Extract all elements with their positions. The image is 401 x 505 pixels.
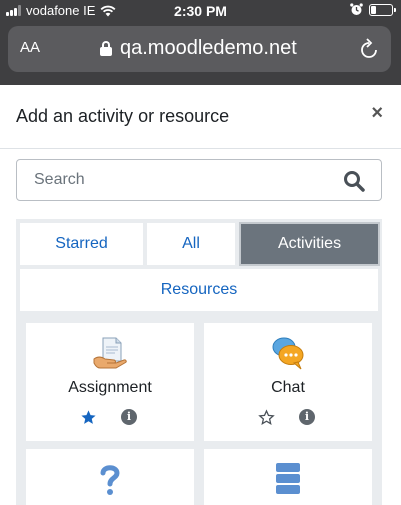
add-activity-modal: Add an activity or resource × Search Sta…: [0, 85, 401, 505]
tab-all[interactable]: All: [147, 223, 235, 265]
activity-card-quiz[interactable]: [26, 449, 194, 505]
activity-card-assignment[interactable]: Assignment i: [26, 323, 194, 441]
info-icon[interactable]: i: [299, 409, 315, 425]
address-bar[interactable]: AA qa.moodledemo.net: [8, 26, 391, 72]
close-button[interactable]: ×: [371, 103, 383, 123]
url-display[interactable]: qa.moodledemo.net: [100, 37, 297, 60]
activity-name: Assignment: [68, 379, 152, 396]
activity-card-chat[interactable]: Chat i: [204, 323, 372, 441]
tab-activities[interactable]: Activities: [239, 222, 380, 266]
search-icon[interactable]: [343, 170, 365, 192]
modal-title: Add an activity or resource: [16, 106, 230, 126]
modal-header: Add an activity or resource ×: [0, 85, 401, 149]
activity-card-database[interactable]: [204, 449, 372, 505]
star-filled-icon[interactable]: [80, 409, 97, 426]
info-icon[interactable]: i: [121, 409, 137, 425]
activity-name: Chat: [271, 379, 305, 396]
tab-starred[interactable]: Starred: [20, 223, 143, 265]
alarm-icon: [350, 3, 363, 15]
search-placeholder: Search: [34, 171, 85, 188]
status-right: [350, 3, 396, 16]
status-bar: vodafone IE 2:30 PM: [0, 0, 401, 24]
database-icon: [276, 463, 300, 494]
text-size-button[interactable]: AA: [20, 39, 40, 56]
tab-resources[interactable]: Resources: [20, 269, 378, 311]
reload-icon[interactable]: [359, 38, 379, 60]
browser-chrome: vodafone IE 2:30 PM AA qa.moodledemo.net: [0, 0, 401, 85]
chat-icon: [272, 337, 304, 370]
url-text: qa.moodledemo.net: [120, 37, 297, 59]
assignment-icon: [93, 337, 127, 369]
search-input[interactable]: Search: [16, 159, 382, 201]
question-icon: [100, 465, 120, 495]
lock-icon: [100, 41, 112, 56]
star-outline-icon[interactable]: [258, 409, 275, 426]
battery-icon: [369, 3, 396, 16]
activity-chooser-panel: Starred All Activities Resources Assignm…: [16, 219, 382, 505]
status-time: 2:30 PM: [174, 3, 227, 19]
